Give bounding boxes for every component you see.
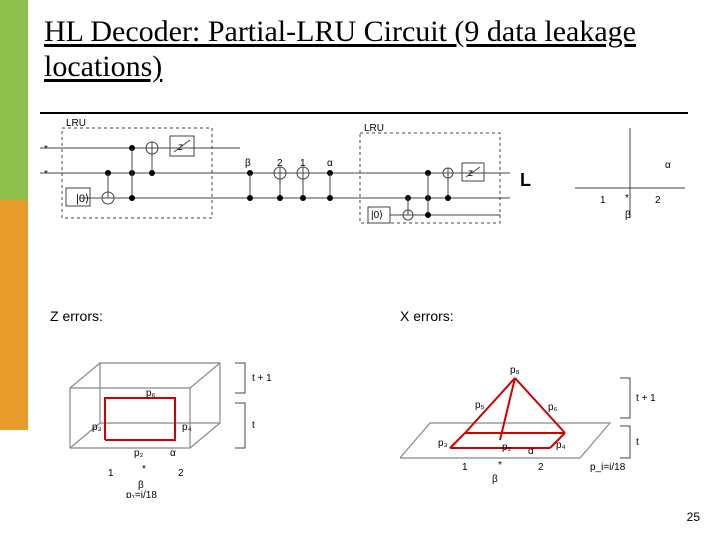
svg-text:p₄: p₄ xyxy=(182,422,192,433)
sidebar-green xyxy=(0,0,28,200)
svg-text:LRU: LRU xyxy=(364,123,384,134)
svg-text:α: α xyxy=(528,446,534,457)
svg-text:p₅: p₅ xyxy=(475,400,485,411)
svg-text:*: * xyxy=(625,193,629,204)
svg-text:1: 1 xyxy=(462,462,468,473)
svg-text:*: * xyxy=(44,169,48,180)
svg-text:2: 2 xyxy=(655,195,661,206)
title-rule xyxy=(40,112,688,114)
svg-text:t + 1: t + 1 xyxy=(636,393,656,404)
svg-text:2: 2 xyxy=(178,468,184,479)
svg-text:p₈: p₈ xyxy=(510,365,520,376)
svg-text:p₁=i/18: p₁=i/18 xyxy=(126,490,157,498)
svg-text:α: α xyxy=(665,160,671,171)
axes-diagram: α 1 2 * β xyxy=(570,123,690,223)
svg-text:p_i=i/18: p_i=i/18 xyxy=(590,462,626,473)
content-area: LRU * * z xyxy=(40,118,700,518)
lru-block-1: LRU * * z xyxy=(40,118,260,228)
sidebar-orange xyxy=(0,200,28,430)
z-errors-diagram: p₆ p₃ p₄ p₂ α 1 * 2 β p₁=i/18 t + 1 t xyxy=(50,348,350,498)
x-errors-label: X errors: xyxy=(400,308,454,324)
svg-text:p₂: p₂ xyxy=(134,448,144,459)
svg-text:p₂: p₂ xyxy=(502,442,512,453)
svg-text:β: β xyxy=(625,210,631,221)
svg-text:α: α xyxy=(327,158,333,169)
svg-text:p₆: p₆ xyxy=(146,388,156,399)
ket0-1: |0⟩ xyxy=(76,192,89,205)
ket0-2: |0⟩ xyxy=(371,210,383,221)
mid-gates: β 2 1 α xyxy=(235,118,355,228)
svg-text:LRU: LRU xyxy=(66,118,86,129)
sidebar xyxy=(0,0,28,540)
svg-text:1: 1 xyxy=(600,195,606,206)
svg-text:2: 2 xyxy=(277,158,283,169)
svg-text:1: 1 xyxy=(300,158,306,169)
slide: HL Decoder: Partial-LRU Circuit (9 data … xyxy=(0,0,720,540)
svg-text:*: * xyxy=(142,464,146,475)
svg-text:t: t xyxy=(252,420,255,431)
svg-text:p₃: p₃ xyxy=(438,438,448,449)
svg-text:α: α xyxy=(170,448,176,459)
svg-text:*: * xyxy=(498,460,502,471)
svg-text:p₃: p₃ xyxy=(92,422,102,433)
svg-text:p₄: p₄ xyxy=(556,440,566,451)
svg-text:1: 1 xyxy=(108,468,114,479)
svg-text:β: β xyxy=(245,158,251,169)
svg-text:p₆: p₆ xyxy=(548,402,558,413)
svg-text:β: β xyxy=(492,474,498,485)
svg-text:t: t xyxy=(636,437,639,448)
L-label: L xyxy=(520,170,531,191)
x-errors-diagram: p₈ p₅ p₆ p₃ p₂ p₄ α 1 * 2 β p_i=i/18 t +… xyxy=(380,348,700,498)
z-errors-label: Z errors: xyxy=(50,308,103,324)
svg-text:2: 2 xyxy=(538,462,544,473)
svg-text:t + 1: t + 1 xyxy=(252,373,272,384)
svg-text:*: * xyxy=(44,144,48,155)
page-title: HL Decoder: Partial-LRU Circuit (9 data … xyxy=(44,14,684,85)
